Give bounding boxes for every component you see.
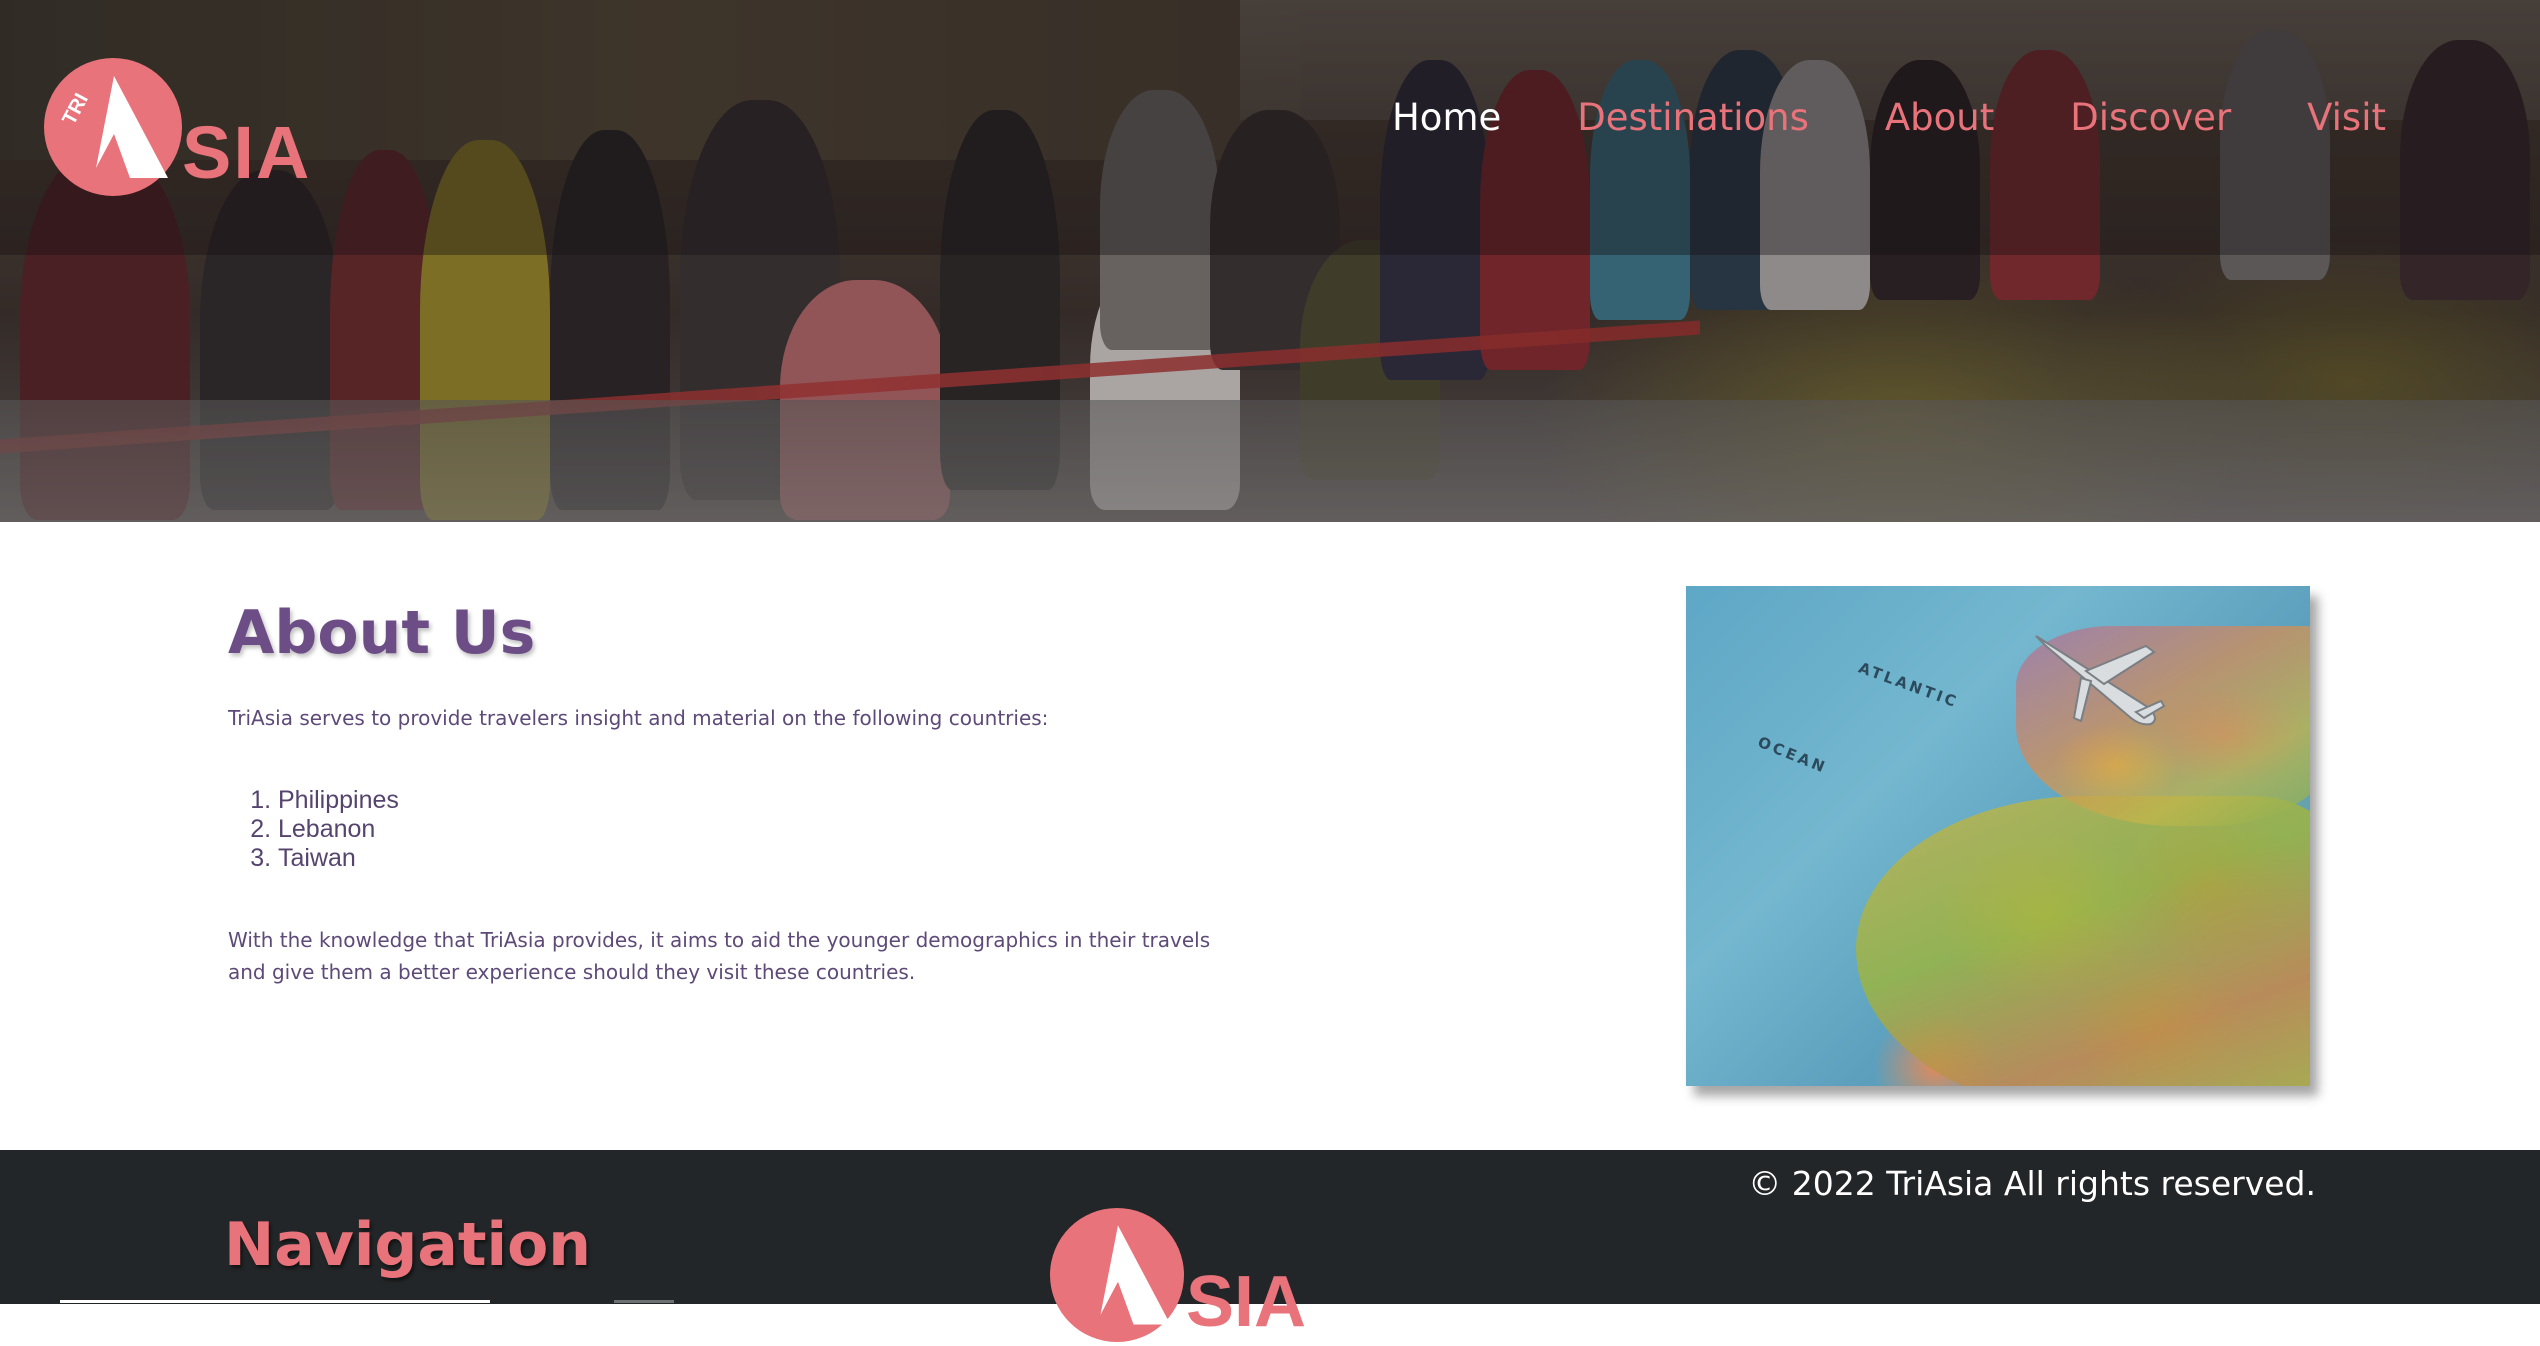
footer-logo[interactable]: SIA	[1050, 1208, 1350, 1342]
world-map-image: ATLANTIC OCEAN	[1686, 586, 2310, 1086]
footer-logo-circle	[1050, 1208, 1184, 1342]
footer-logo-wordmark: SIA	[1186, 1262, 1307, 1342]
footer-input-underline	[60, 1300, 490, 1303]
site-logo[interactable]: TRI SIA	[44, 58, 324, 198]
list-item: Taiwan	[278, 844, 399, 873]
page-title: About Us	[228, 598, 536, 668]
footer-navigation-title: Navigation	[224, 1210, 592, 1280]
map-label-ocean: OCEAN	[1755, 732, 1830, 778]
logo-wordmark: SIA	[182, 111, 312, 194]
hero-header: TRI SIA Home Destinations About Discover…	[0, 0, 2540, 522]
copyright-text: © 2022 TriAsia All rights reserved.	[1748, 1164, 2316, 1203]
logo-circle	[44, 58, 182, 196]
map-africa	[1856, 796, 2310, 1086]
nav-home[interactable]: Home	[1392, 96, 1501, 139]
country-list: Philippines Lebanon Taiwan	[228, 786, 399, 873]
map-label-atlantic: ATLANTIC	[1856, 658, 1962, 712]
about-intro: TriAsia serves to provide travelers insi…	[228, 706, 1049, 730]
site-footer: © 2022 TriAsia All rights reserved. Navi…	[0, 1150, 2540, 1342]
footer-divider	[614, 1300, 674, 1303]
nav-discover[interactable]: Discover	[2070, 96, 2231, 139]
nav-about[interactable]: About	[1885, 96, 1994, 139]
about-description: With the knowledge that TriAsia provides…	[228, 928, 1211, 984]
list-item: Lebanon	[278, 815, 399, 844]
nav-visit[interactable]: Visit	[2307, 96, 2386, 139]
footer-logo-triangle-icon	[1100, 1225, 1171, 1325]
logo-triangle-icon	[96, 76, 168, 178]
nav-destinations[interactable]: Destinations	[1577, 96, 1809, 139]
list-item: Philippines	[278, 786, 399, 815]
airplane-icon	[2035, 635, 2166, 726]
main-nav: Home Destinations About Discover Visit	[1392, 96, 2386, 139]
